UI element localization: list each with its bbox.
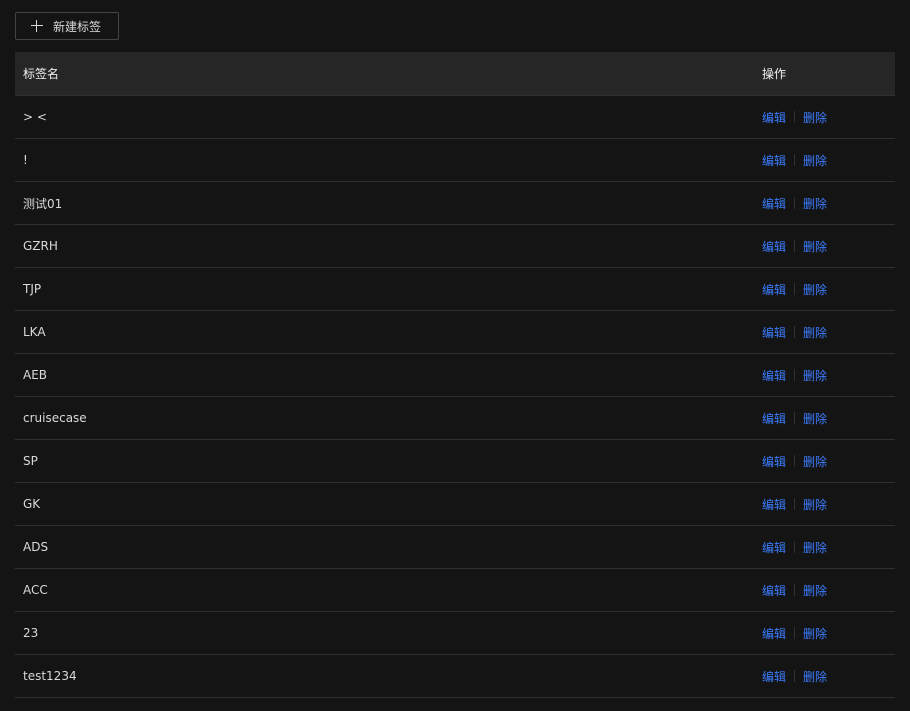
- delete-link[interactable]: 删除: [803, 367, 827, 384]
- edit-link[interactable]: 编辑: [762, 668, 786, 685]
- tag-name-cell: TJP: [23, 282, 42, 296]
- table-row: ACC 编辑 删除: [15, 569, 895, 612]
- edit-link[interactable]: 编辑: [762, 453, 786, 470]
- tag-name-cell: cruisecase: [23, 411, 87, 425]
- delete-link[interactable]: 删除: [803, 668, 827, 685]
- tag-name-cell: 23: [23, 626, 39, 640]
- delete-link[interactable]: 删除: [803, 152, 827, 169]
- edit-link[interactable]: 编辑: [762, 195, 786, 212]
- tag-name-cell: GZRH: [23, 239, 58, 253]
- action-divider: [794, 670, 796, 682]
- edit-link[interactable]: 编辑: [762, 625, 786, 642]
- edit-link[interactable]: 编辑: [762, 410, 786, 427]
- table-row: GZRH 编辑 删除: [15, 225, 895, 268]
- table-body: > < 编辑 删除! 编辑 删除 测试01 编辑 删除 GZRH 编辑 删除 TJP 编辑 删除 LKA 编辑…: [15, 96, 895, 698]
- action-divider: [794, 541, 796, 553]
- action-divider: [794, 369, 796, 381]
- edit-link[interactable]: 编辑: [762, 324, 786, 341]
- actions-cell: 编辑 删除: [754, 668, 895, 685]
- actions-cell: 编辑 删除: [754, 410, 895, 427]
- tag-table: 标签名 操作 > < 编辑 删除! 编辑 删除 测试01 编辑 删除 GZRH 编辑 删除 TJP 编辑…: [15, 52, 895, 698]
- action-divider: [794, 584, 796, 596]
- actions-cell: 编辑 删除: [754, 109, 895, 126]
- action-divider: [794, 154, 796, 166]
- action-divider: [794, 498, 796, 510]
- table-row: > < 编辑 删除: [15, 96, 895, 139]
- tag-name-cell: ADS: [23, 540, 49, 554]
- actions-cell: 编辑 删除: [754, 238, 895, 255]
- edit-link[interactable]: 编辑: [762, 582, 786, 599]
- tag-name-cell: 测试01: [23, 196, 63, 211]
- actions-cell: 编辑 删除: [754, 195, 895, 212]
- action-divider: [794, 240, 796, 252]
- edit-link[interactable]: 编辑: [762, 152, 786, 169]
- table-row: 23 编辑 删除: [15, 612, 895, 655]
- edit-link[interactable]: 编辑: [762, 539, 786, 556]
- delete-link[interactable]: 删除: [803, 410, 827, 427]
- tag-management-page: 新建标签 标签名 操作 > < 编辑 删除! 编辑 删除 测试01 编辑 删除 GZRH 编辑 删除…: [0, 0, 910, 711]
- actions-cell: 编辑 删除: [754, 453, 895, 470]
- tag-name-cell: LKA: [23, 325, 46, 339]
- tag-name-cell: SP: [23, 454, 38, 468]
- delete-link[interactable]: 删除: [803, 582, 827, 599]
- delete-link[interactable]: 删除: [803, 238, 827, 255]
- tag-name-cell: > <: [23, 110, 47, 124]
- new-tag-label: 新建标签: [53, 19, 102, 34]
- table-row: cruisecase 编辑 删除: [15, 397, 895, 440]
- table-row: test1234 编辑 删除: [15, 655, 895, 698]
- table-row: ! 编辑 删除: [15, 139, 895, 182]
- edit-link[interactable]: 编辑: [762, 367, 786, 384]
- action-divider: [794, 412, 796, 424]
- table-header: 标签名 操作: [15, 52, 895, 96]
- delete-link[interactable]: 删除: [803, 625, 827, 642]
- table-row: AEB 编辑 删除: [15, 354, 895, 397]
- edit-link[interactable]: 编辑: [762, 109, 786, 126]
- action-divider: [794, 197, 796, 209]
- tag-name-cell: test1234: [23, 669, 77, 683]
- actions-cell: 编辑 删除: [754, 281, 895, 298]
- tag-name-cell: GK: [23, 497, 41, 511]
- header-tag-name: 标签名: [23, 67, 60, 81]
- header-actions: 操作: [762, 67, 787, 81]
- edit-link[interactable]: 编辑: [762, 281, 786, 298]
- table-row: ADS 编辑 删除: [15, 526, 895, 569]
- action-divider: [794, 455, 796, 467]
- actions-cell: 编辑 删除: [754, 324, 895, 341]
- table-row: LKA 编辑 删除: [15, 311, 895, 354]
- new-tag-button[interactable]: 新建标签: [15, 12, 119, 40]
- tag-name-cell: AEB: [23, 368, 48, 382]
- action-divider: [794, 283, 796, 295]
- actions-cell: 编辑 删除: [754, 496, 895, 513]
- actions-cell: 编辑 删除: [754, 625, 895, 642]
- table-row: SP 编辑 删除: [15, 440, 895, 483]
- table-row: 测试01 编辑 删除: [15, 182, 895, 225]
- actions-cell: 编辑 删除: [754, 582, 895, 599]
- delete-link[interactable]: 删除: [803, 453, 827, 470]
- actions-cell: 编辑 删除: [754, 367, 895, 384]
- plus-icon: [31, 20, 43, 32]
- action-divider: [794, 326, 796, 338]
- delete-link[interactable]: 删除: [803, 324, 827, 341]
- delete-link[interactable]: 删除: [803, 195, 827, 212]
- delete-link[interactable]: 删除: [803, 281, 827, 298]
- actions-cell: 编辑 删除: [754, 539, 895, 556]
- table-row: TJP 编辑 删除: [15, 268, 895, 311]
- action-divider: [794, 111, 796, 123]
- tag-name-cell: !: [23, 153, 28, 167]
- edit-link[interactable]: 编辑: [762, 238, 786, 255]
- tag-name-cell: ACC: [23, 583, 48, 597]
- table-row: GK 编辑 删除: [15, 483, 895, 526]
- delete-link[interactable]: 删除: [803, 496, 827, 513]
- delete-link[interactable]: 删除: [803, 539, 827, 556]
- edit-link[interactable]: 编辑: [762, 496, 786, 513]
- actions-cell: 编辑 删除: [754, 152, 895, 169]
- action-divider: [794, 627, 796, 639]
- delete-link[interactable]: 删除: [803, 109, 827, 126]
